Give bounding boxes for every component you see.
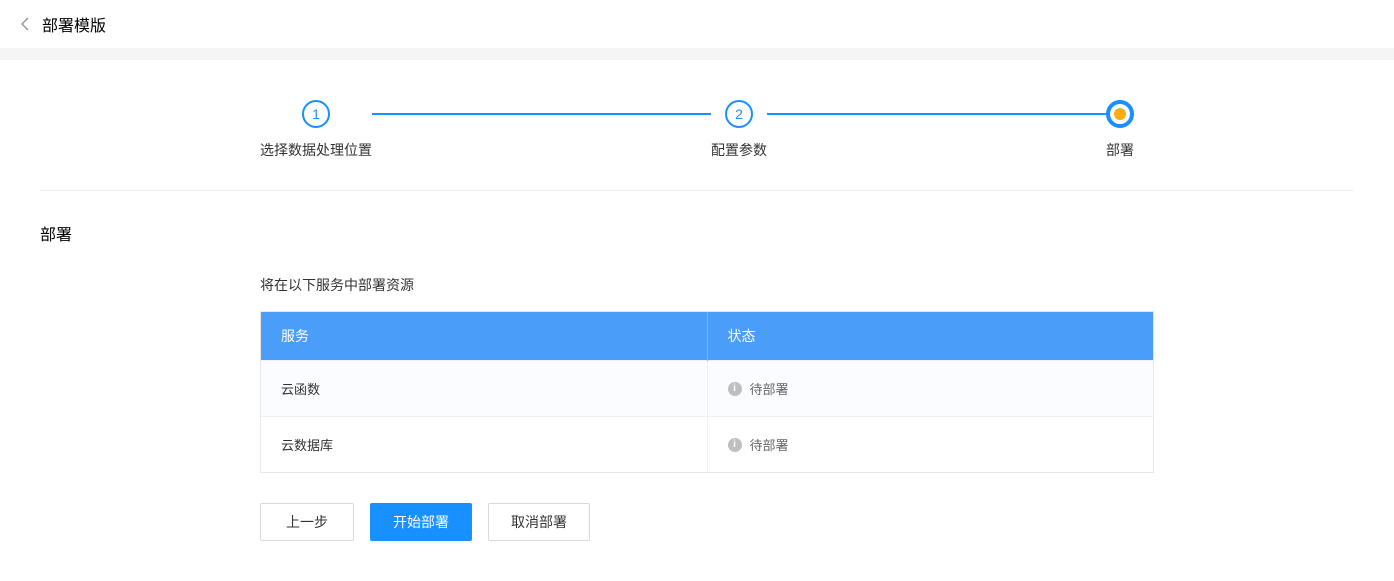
- start-deploy-button[interactable]: 开始部署: [370, 503, 472, 541]
- section-title: 部署: [40, 221, 1354, 245]
- step-2: 2 配置参数: [711, 100, 767, 160]
- step-line-1: [372, 113, 711, 115]
- divider: [40, 190, 1354, 191]
- step-2-label: 配置参数: [711, 140, 767, 160]
- cell-status: i 待部署: [707, 417, 1153, 473]
- cell-status: i 待部署: [707, 361, 1153, 417]
- cell-service: 云数据库: [261, 417, 707, 473]
- page-title: 部署模版: [42, 12, 106, 36]
- info-icon: i: [728, 438, 742, 452]
- content-area: 1 选择数据处理位置 2 配置参数 部署 部署 将在以下服务中部署资源 服务 状…: [0, 60, 1394, 581]
- header-gap: [0, 48, 1394, 60]
- status-text: 待部署: [750, 379, 789, 398]
- th-status: 状态: [707, 312, 1153, 361]
- table-row: 云数据库 i 待部署: [261, 417, 1153, 473]
- step-indicator: 1 选择数据处理位置 2 配置参数 部署: [260, 60, 1134, 190]
- page-header: 部署模版: [0, 0, 1394, 48]
- status-text: 待部署: [750, 435, 789, 454]
- back-icon[interactable]: [20, 17, 30, 31]
- table-row: 云函数 i 待部署: [261, 361, 1153, 417]
- deploy-table: 服务 状态 云函数 i 待部署 云数据库: [260, 311, 1154, 473]
- step-1-label: 选择数据处理位置: [260, 140, 372, 160]
- step-3-label: 部署: [1106, 140, 1134, 160]
- cell-service: 云函数: [261, 361, 707, 417]
- step-1: 1 选择数据处理位置: [260, 100, 372, 160]
- step-3: 部署: [1106, 100, 1134, 160]
- section-subtitle: 将在以下服务中部署资源: [260, 275, 1354, 295]
- step-2-circle: 2: [725, 100, 753, 128]
- button-row: 上一步 开始部署 取消部署: [260, 503, 1354, 541]
- info-icon: i: [728, 382, 742, 396]
- step-1-circle: 1: [302, 100, 330, 128]
- step-line-2: [767, 113, 1106, 115]
- th-service: 服务: [261, 312, 707, 361]
- cancel-deploy-button[interactable]: 取消部署: [488, 503, 590, 541]
- step-3-circle: [1106, 100, 1134, 128]
- prev-button[interactable]: 上一步: [260, 503, 354, 541]
